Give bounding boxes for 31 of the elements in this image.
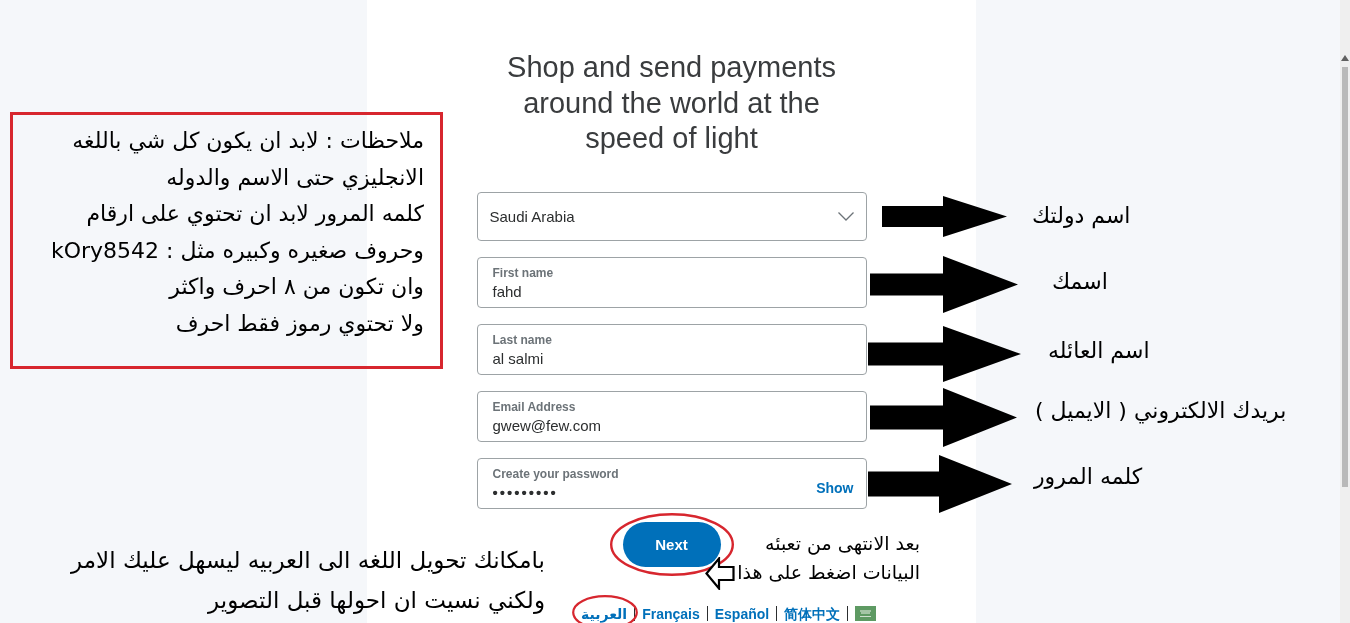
left-arrow-icon: [705, 557, 735, 590]
highlight-ellipse-icon: [610, 513, 734, 576]
language-link[interactable]: Français: [642, 604, 700, 623]
scroll-up-icon[interactable]: [1341, 55, 1349, 61]
right-arrow-icon: [868, 326, 1021, 382]
chevron-down-icon: [837, 211, 854, 221]
scrollbar[interactable]: [1340, 0, 1350, 623]
right-arrow-icon: [870, 256, 1018, 313]
country-dropdown[interactable]: Saudi Arabia: [476, 191, 867, 241]
right-arrow-icon: [868, 455, 1012, 513]
password-field[interactable]: Create your password ••••••••• Show: [476, 457, 867, 509]
text-input-field[interactable]: First name fahd: [476, 256, 867, 308]
annotation-text: بامكانك تحويل اللغه الى العربيه ليسهل عليك الامر ولكني نسيت ان احولها قبل التصوير: [71, 546, 545, 616]
show-password-button[interactable]: Show: [816, 478, 854, 497]
language-link[interactable]: Español: [714, 604, 770, 623]
language-link[interactable]: 简体中文: [784, 604, 841, 623]
scrollbar-thumb[interactable]: [1342, 67, 1348, 487]
headline: Shop and send payments around the world at the speed of light: [506, 50, 837, 156]
annotation-label: اسم العائله: [1048, 337, 1150, 366]
right-arrow-icon: [882, 196, 1007, 237]
notes-text: ملاحظات : لابد ان يكون كل شي باللغه الانجليزي حتى الاسم والدوله كلمه المرور لابد ان تحتوي على ارقام وحروف صغيره وكبيره مثل : kOry8542 وان تكون من ٨ احرف واكثر ولا تحتوي رموز فقط احرف: [51, 127, 424, 338]
next-button[interactable]: Next: [622, 521, 721, 567]
annotation-label: كلمه المرور: [1034, 463, 1143, 491]
annotation-label: بريدك الالكتروني ( الايميل ): [1035, 397, 1287, 426]
annotation-text: بعد الانتهى من تعبئه البيانات اضغط على هذا: [737, 531, 920, 585]
text-input-field[interactable]: Email Address gwew@few.com: [476, 390, 867, 442]
right-arrow-icon: [870, 388, 1017, 447]
text-input-field[interactable]: Last name al salmi: [476, 323, 867, 375]
annotation-label: اسمك: [1052, 268, 1108, 296]
flag-icon[interactable]: [855, 606, 877, 621]
annotation-label: اسم دولتك: [1032, 202, 1131, 231]
